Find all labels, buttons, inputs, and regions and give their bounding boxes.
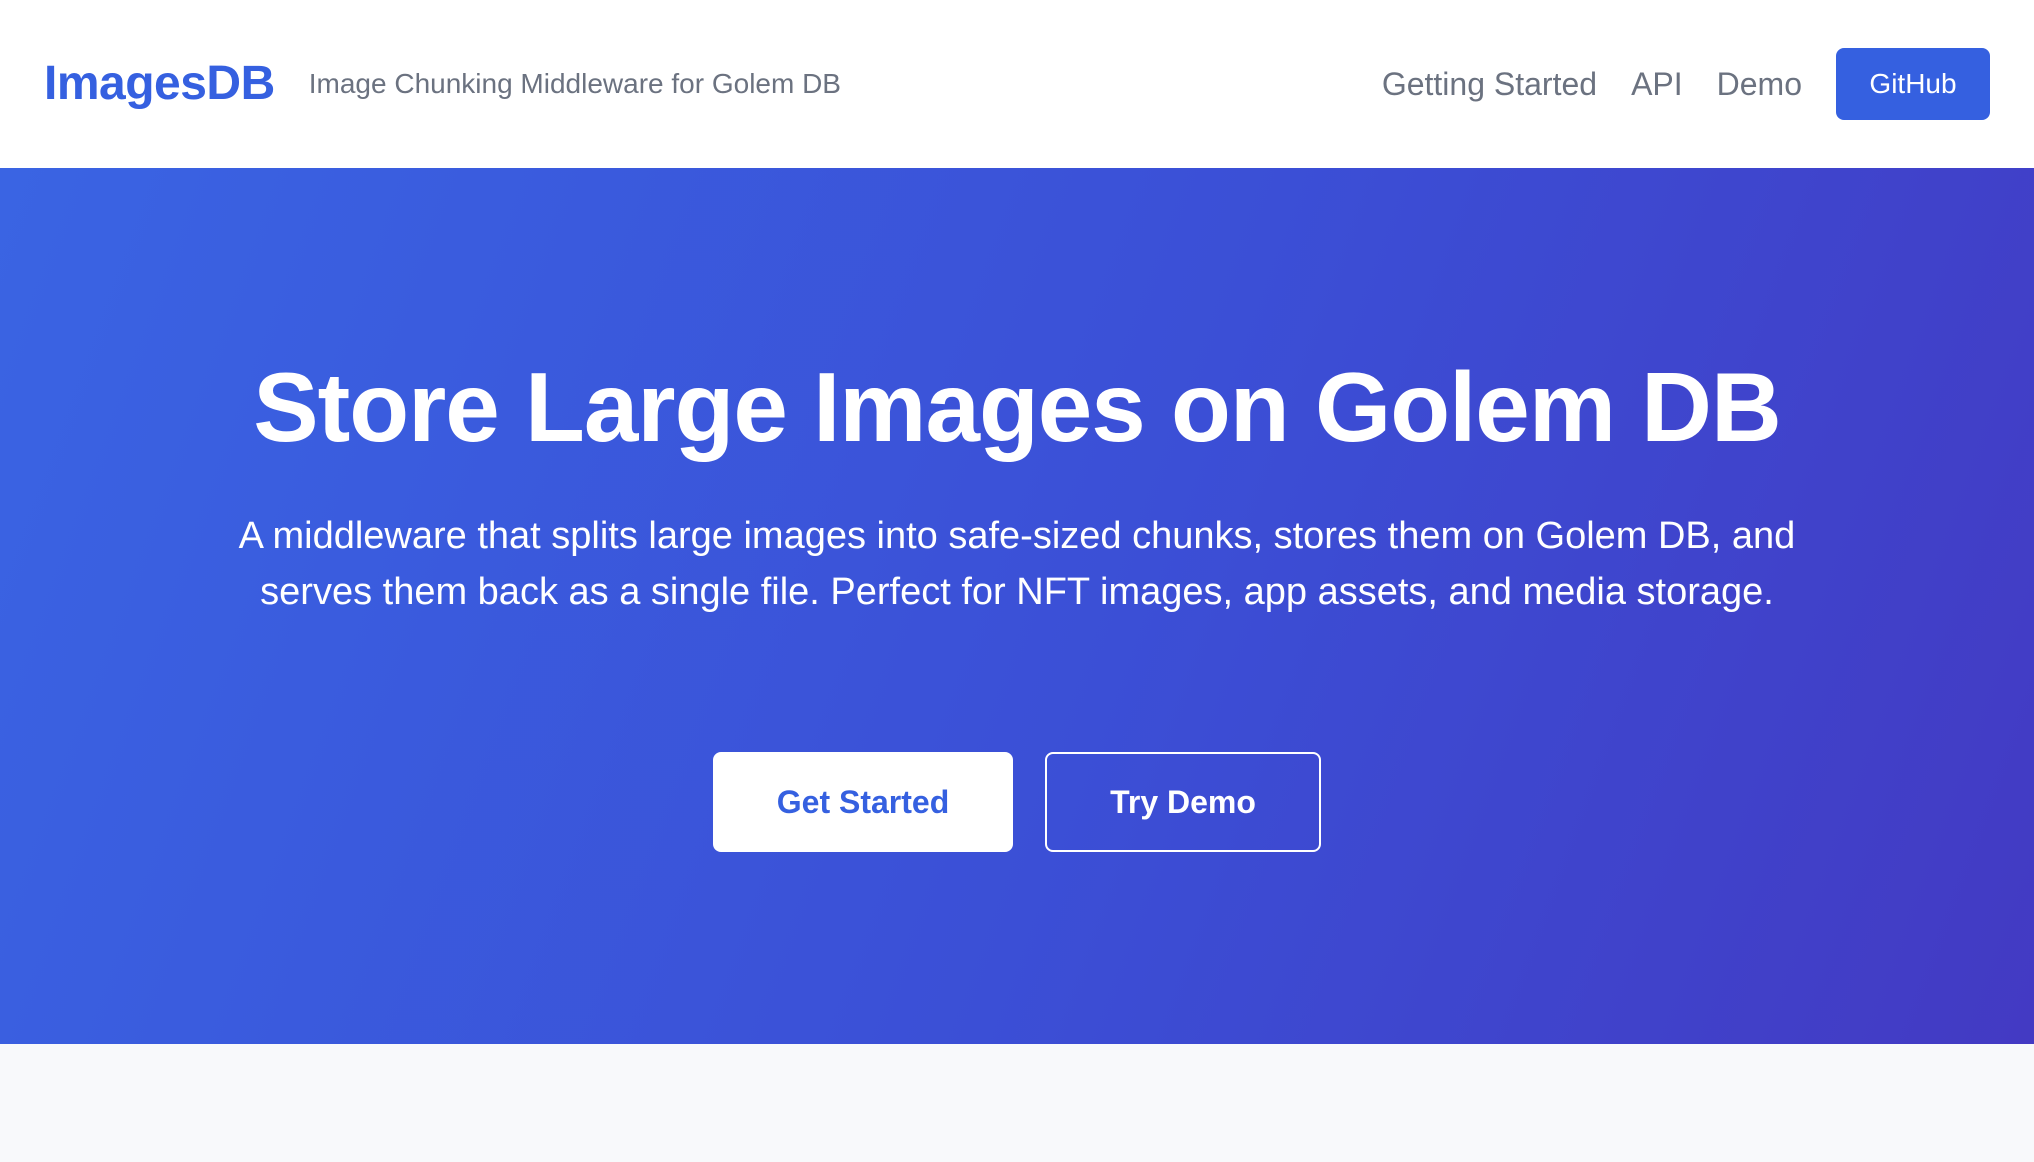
hero-actions: Get Started Try Demo	[0, 752, 2034, 852]
logo[interactable]: ImagesDB	[44, 60, 275, 108]
nav-link-api[interactable]: API	[1631, 68, 1683, 100]
content-area	[0, 1044, 2034, 1162]
github-button[interactable]: GitHub	[1836, 48, 1990, 120]
site-header: ImagesDB Image Chunking Middleware for G…	[0, 0, 2034, 168]
hero-title: Store Large Images on Golem DB	[253, 352, 1781, 462]
hero-section: Store Large Images on Golem DB A middlew…	[0, 168, 2034, 1044]
try-demo-button[interactable]: Try Demo	[1045, 752, 1321, 852]
get-started-button[interactable]: Get Started	[713, 752, 1013, 852]
hero-description: A middleware that splits large images in…	[238, 515, 1796, 613]
nav-link-getting-started[interactable]: Getting Started	[1382, 68, 1597, 100]
nav-link-demo[interactable]: Demo	[1717, 68, 1802, 100]
tagline: Image Chunking Middleware for Golem DB	[308, 68, 841, 99]
top-nav: Getting Started API Demo GitHub	[1382, 48, 1990, 120]
brand: ImagesDB Image Chunking Middleware for G…	[44, 60, 841, 108]
